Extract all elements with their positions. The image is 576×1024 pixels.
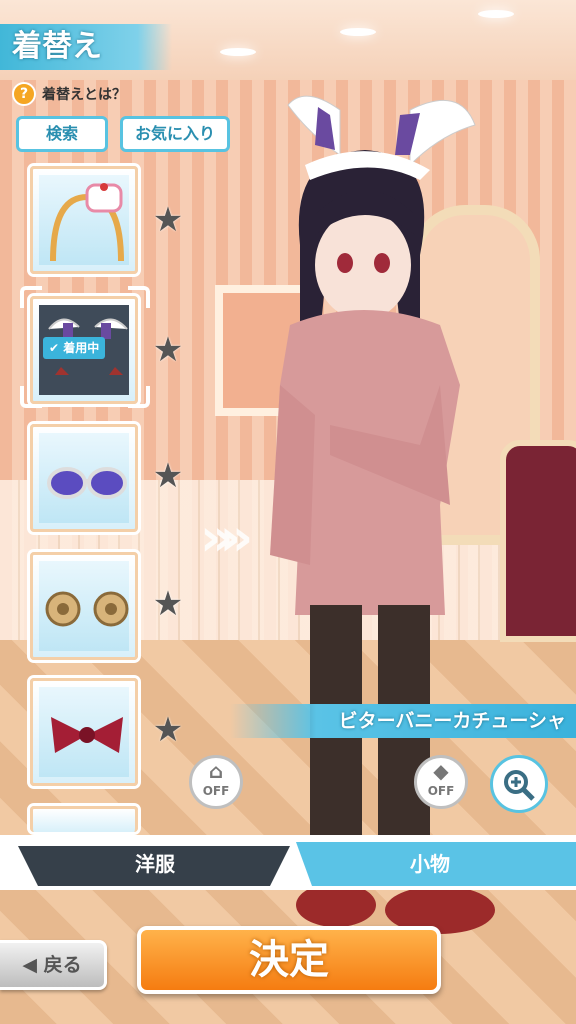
sunglasses-icon: [47, 467, 127, 499]
item-bow-scrunchie[interactable]: [30, 678, 138, 786]
favorite-star-icon[interactable]: ★: [150, 458, 186, 494]
clothes-toggle-button[interactable]: ⌂ OFF: [189, 755, 243, 809]
page-title: 着替え: [0, 24, 172, 70]
item-thumbnail: [39, 433, 129, 523]
item-ram-horns[interactable]: [30, 552, 138, 660]
cake-headband-icon: [50, 183, 124, 262]
bow-icon: [51, 717, 123, 753]
item-sunglasses[interactable]: [30, 424, 138, 532]
item-partial[interactable]: [30, 806, 138, 832]
cat-toggle-label: OFF: [427, 784, 455, 798]
hanger-icon: ⌂: [208, 759, 224, 783]
cat-icon: ◆: [433, 759, 449, 783]
zoom-icon: [504, 770, 535, 801]
tab-clothes[interactable]: 洋服: [40, 843, 270, 885]
ceiling-light: [340, 28, 376, 36]
item-thumbnail: [39, 687, 129, 777]
favorite-star-icon[interactable]: ★: [150, 586, 186, 622]
clothes-toggle-label: OFF: [202, 784, 230, 798]
help-link[interactable]: ? 着替えとは？: [12, 82, 126, 106]
favorite-star-icon[interactable]: ★: [150, 202, 186, 238]
item-bitter-bunny-katyusha[interactable]: ✔ 着用中: [30, 296, 138, 404]
favorite-star-icon[interactable]: ★: [150, 712, 186, 748]
chair: [500, 440, 576, 642]
check-icon: ✔: [49, 341, 60, 355]
zoom-button[interactable]: [490, 755, 548, 813]
selected-item-name: ビターバニーカチューシャ: [230, 704, 576, 738]
search-button[interactable]: 検索: [16, 116, 108, 152]
help-label: 着替えとは？: [42, 87, 126, 103]
arrow-indicator: »»: [200, 508, 253, 568]
favorites-button[interactable]: お気に入り: [120, 116, 230, 152]
item-thumbnail: [39, 175, 129, 265]
question-icon: ?: [12, 82, 36, 106]
ceiling-light: [478, 10, 514, 18]
cat-ears-toggle-button[interactable]: ◆ OFF: [414, 755, 468, 809]
item-thumbnail: [39, 561, 129, 651]
decide-button[interactable]: 決定: [137, 926, 441, 994]
equipped-label: 着用中: [63, 341, 100, 355]
equipped-badge: ✔ 着用中: [43, 337, 106, 359]
character-model[interactable]: [270, 85, 500, 945]
back-button[interactable]: ◀ 戻る: [0, 940, 107, 990]
item-cake-headband[interactable]: [30, 166, 138, 274]
tab-accessories[interactable]: 小物: [320, 843, 540, 885]
ceiling-light: [220, 48, 256, 56]
favorite-star-icon[interactable]: ★: [150, 332, 186, 368]
horns-icon: [45, 591, 129, 627]
